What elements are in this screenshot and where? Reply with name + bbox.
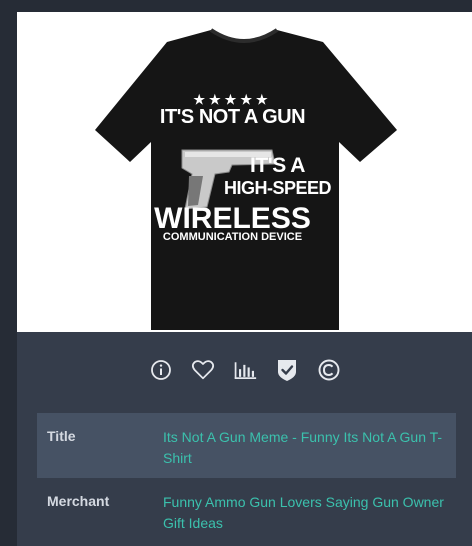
table-row: Merchant Funny Ammo Gun Lovers Saying Gu…: [37, 478, 456, 544]
title-link[interactable]: Its Not A Gun Meme - Funny Its Not A Gun…: [163, 413, 456, 478]
shirt-text-line1: IT'S NOT A GUN: [159, 106, 306, 128]
product-card: ★★★★★ IT'S NOT A GUN IT'S A HIGH-SPEED W…: [17, 12, 472, 546]
shirt-text-line3: HIGH-SPEED: [223, 178, 332, 198]
bar-chart-icon: [234, 362, 256, 379]
merchant-label: Merchant: [47, 493, 110, 509]
shirt-text-line2: IT'S A: [250, 154, 305, 177]
action-bar: [17, 348, 472, 392]
verified-shield-icon: [277, 360, 296, 381]
shirt-text-line5: COMMUNICATION DEVICE: [162, 231, 303, 243]
heart-icon: [191, 360, 214, 380]
details-table: Title Its Not A Gun Meme - Funny Its Not…: [37, 413, 456, 544]
favorite-button[interactable]: [191, 358, 215, 382]
title-label: Title: [47, 428, 76, 444]
product-image[interactable]: ★★★★★ IT'S NOT A GUN IT'S A HIGH-SPEED W…: [17, 12, 472, 332]
copyright-button[interactable]: [317, 358, 341, 382]
info-icon: [150, 360, 171, 380]
info-button[interactable]: [149, 358, 173, 382]
copyright-icon: [318, 359, 339, 381]
stats-button[interactable]: [233, 358, 257, 382]
verify-button[interactable]: [275, 358, 299, 382]
merchant-link[interactable]: Funny Ammo Gun Lovers Saying Gun Owner G…: [163, 478, 456, 544]
table-row: Title Its Not A Gun Meme - Funny Its Not…: [37, 413, 456, 478]
